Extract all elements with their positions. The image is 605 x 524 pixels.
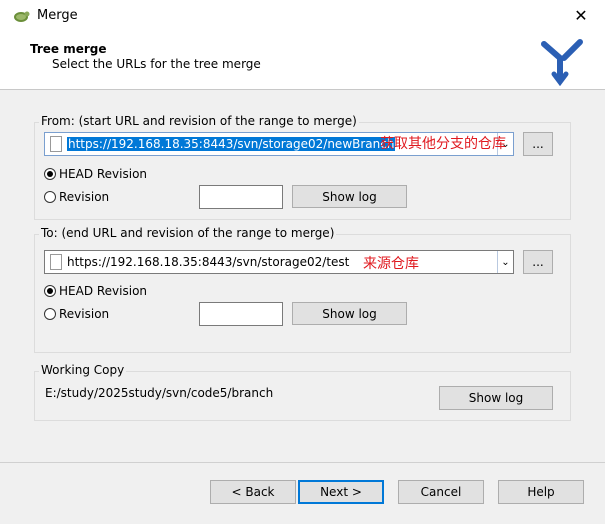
merge-branch-icon xyxy=(541,39,583,86)
working-copy-title: Working Copy xyxy=(39,363,127,377)
from-annotation: 获取其他分支的仓库 xyxy=(380,136,506,152)
from-revision-label: Revision xyxy=(59,190,110,204)
to-show-log-button[interactable]: Show log xyxy=(292,302,407,325)
to-revision-label: Revision xyxy=(59,307,110,321)
from-head-revision-label: HEAD Revision xyxy=(59,167,148,181)
from-browse-button[interactable]: ... xyxy=(523,132,553,156)
to-head-revision-label: HEAD Revision xyxy=(59,284,148,298)
close-button[interactable]: ✕ xyxy=(566,4,596,28)
page-title: Tree merge xyxy=(30,42,107,56)
working-copy-show-log-button[interactable]: Show log xyxy=(439,386,553,410)
chevron-down-icon: ⌄ xyxy=(501,256,510,268)
back-button[interactable]: < Back xyxy=(210,480,296,504)
to-revision-radio[interactable] xyxy=(44,308,56,320)
from-head-revision-radio[interactable] xyxy=(44,168,56,180)
file-icon xyxy=(50,254,62,270)
from-revision-input[interactable] xyxy=(199,185,283,209)
to-head-revision-radio[interactable] xyxy=(44,285,56,297)
from-show-log-button[interactable]: Show log xyxy=(292,185,407,208)
file-icon xyxy=(50,136,62,152)
title-bar xyxy=(0,0,605,32)
working-copy-path: E:/study/2025study/svn/code5/branch xyxy=(45,386,274,400)
cancel-button[interactable]: Cancel xyxy=(398,480,484,504)
to-url-combo[interactable]: https://192.168.18.35:8443/svn/storage02… xyxy=(44,250,514,274)
to-url-text: https://192.168.18.35:8443/svn/storage02… xyxy=(67,255,350,269)
help-button[interactable]: Help xyxy=(498,480,584,504)
from-revision-radio[interactable] xyxy=(44,191,56,203)
footer-divider xyxy=(0,462,605,463)
next-button[interactable]: Next > xyxy=(298,480,384,504)
from-url-text: https://192.168.18.35:8443/svn/storage02… xyxy=(67,137,396,151)
from-group-title: From: (start URL and revision of the ran… xyxy=(39,114,359,128)
close-icon: ✕ xyxy=(574,6,588,25)
to-browse-button[interactable]: ... xyxy=(523,250,553,274)
window-title: Merge xyxy=(37,8,78,23)
tortoise-icon xyxy=(14,11,30,22)
to-annotation: 来源仓库 xyxy=(363,256,419,272)
page-subtitle: Select the URLs for the tree merge xyxy=(52,57,261,71)
to-group-title: To: (end URL and revision of the range t… xyxy=(39,226,337,240)
to-dropdown-button[interactable]: ⌄ xyxy=(497,251,513,273)
to-revision-input[interactable] xyxy=(199,302,283,326)
